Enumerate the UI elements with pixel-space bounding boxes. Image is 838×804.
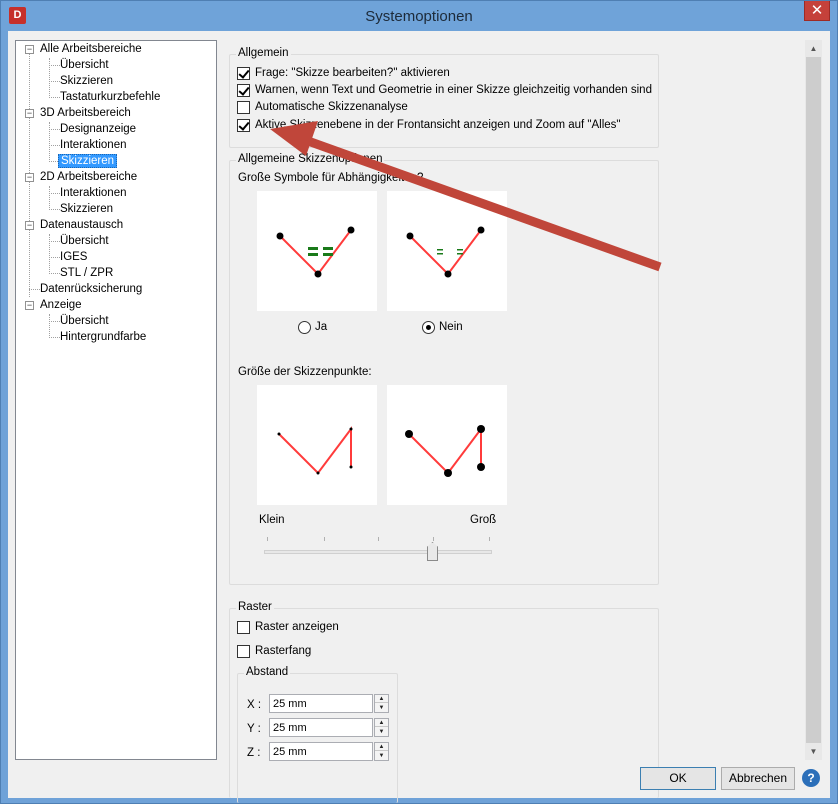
tree-item-interaktionen[interactable]: Interaktionen: [58, 137, 129, 153]
z-label: Z :: [247, 747, 261, 759]
group-raster: Raster Raster anzeigen Rasterfang Abstan…: [229, 601, 659, 803]
group-title: Allgemein: [236, 47, 291, 59]
checkbox[interactable]: [237, 119, 250, 132]
y-spinner[interactable]: ▲ ▼: [374, 718, 389, 737]
sketch-large-points-icon: [405, 425, 485, 477]
x-label: X :: [247, 699, 262, 711]
y-label: Y :: [247, 723, 261, 735]
radio-nein-label: Nein: [439, 321, 463, 333]
x-spacing-input[interactable]: [269, 694, 373, 713]
checkbox[interactable]: [237, 67, 250, 80]
slider-tick: [378, 537, 379, 541]
slider-tick: [433, 537, 434, 541]
radio-ja-label: Ja: [315, 321, 328, 333]
group-allgemein: Allgemein Frage: "Skizze bearbeiten?" ak…: [229, 47, 659, 148]
spin-up-icon[interactable]: ▲: [375, 719, 388, 727]
point-size-label: Größe der Skizzenpunkte:: [238, 366, 372, 378]
tree-connector: [49, 314, 50, 338]
dialog-window: D Systemoptionen ✕ − − − − − Alle Arbeit…: [0, 0, 838, 804]
slider-min-label: Klein: [259, 514, 285, 526]
spin-down-icon[interactable]: ▼: [375, 704, 388, 712]
tree-item-tastaturkurzbefehle[interactable]: Tastaturkurzbefehle: [58, 89, 162, 105]
tree-connector: [49, 186, 50, 210]
z-spinner[interactable]: ▲ ▼: [374, 742, 389, 761]
symbols-question-label: Große Symbole für Abhängigkeiten?: [238, 172, 424, 184]
slider-tick: [324, 537, 325, 541]
dialog-client-area: − − − − − Alle Arbeitsbereiche Übersicht…: [8, 31, 830, 803]
checkbox[interactable]: [237, 645, 250, 658]
options-tree: − − − − − Alle Arbeitsbereiche Übersicht…: [15, 40, 217, 760]
preview-small-points: [257, 385, 377, 505]
sketch-small-symbols-icon: [406, 226, 485, 278]
radio-nein[interactable]: [422, 321, 435, 334]
slider-tick: [489, 537, 490, 541]
close-button[interactable]: ✕: [804, 1, 830, 21]
scroll-up-icon[interactable]: ▲: [805, 40, 822, 57]
group-title: Abstand: [244, 666, 291, 678]
tree-item-datenruecksicherung[interactable]: Datenrücksicherung: [38, 281, 144, 297]
radio-ja[interactable]: [298, 321, 311, 334]
preview-large-points: [387, 385, 507, 505]
tree-item-uebersicht[interactable]: Übersicht: [58, 57, 111, 73]
tree-item-uebersicht[interactable]: Übersicht: [58, 233, 111, 249]
tree-item-hintergrundfarbe[interactable]: Hintergrundfarbe: [58, 329, 148, 345]
collapse-icon[interactable]: −: [25, 173, 34, 182]
spin-up-icon[interactable]: ▲: [375, 695, 388, 703]
preview-small-symbols: [387, 191, 507, 311]
tree-item-uebersicht[interactable]: Übersicht: [58, 313, 111, 329]
point-size-slider[interactable]: [264, 550, 492, 554]
slider-tick: [267, 537, 268, 541]
group-title: Raster: [236, 601, 274, 613]
collapse-icon[interactable]: −: [25, 221, 34, 230]
slider-max-label: Groß: [470, 514, 497, 526]
scroll-thumb[interactable]: [806, 57, 821, 743]
group-abstand: Abstand X : ▲ ▼ Y : ▲ ▼ Z : ▲ ▼: [237, 666, 398, 803]
checkbox[interactable]: [237, 84, 250, 97]
tree-connector: [49, 122, 50, 162]
preview-large-symbols: [257, 191, 377, 311]
tree-item-alle-arbeitsbereiche[interactable]: Alle Arbeitsbereiche: [38, 41, 144, 57]
group-title: Allgemeine Skizzenoptionen: [236, 153, 385, 165]
checkbox[interactable]: [237, 101, 250, 114]
cancel-button[interactable]: Abbrechen: [721, 767, 795, 790]
help-icon[interactable]: ?: [802, 769, 820, 787]
ok-button[interactable]: OK: [640, 767, 716, 790]
collapse-icon[interactable]: −: [25, 301, 34, 310]
tree-item-stl-zpr[interactable]: STL / ZPR: [58, 265, 115, 281]
tree-connector: [49, 234, 50, 274]
tree-item-anzeige[interactable]: Anzeige: [38, 297, 84, 313]
x-spinner[interactable]: ▲ ▼: [374, 694, 389, 713]
z-spacing-input[interactable]: [269, 742, 373, 761]
checkbox[interactable]: [237, 621, 250, 634]
collapse-icon[interactable]: −: [25, 45, 34, 54]
tree-item-designanzeige[interactable]: Designanzeige: [58, 121, 138, 137]
vertical-scrollbar[interactable]: ▲ ▼: [805, 40, 822, 760]
collapse-icon[interactable]: −: [25, 109, 34, 118]
spin-down-icon[interactable]: ▼: [375, 728, 388, 736]
tree-item-datenaustausch[interactable]: Datenaustausch: [38, 217, 125, 233]
tree-item-skizzieren[interactable]: Skizzieren: [58, 201, 115, 217]
tree-item-iges[interactable]: IGES: [58, 249, 89, 265]
spin-down-icon[interactable]: ▼: [375, 752, 388, 760]
window-title: Systemoptionen: [365, 8, 473, 25]
tree-item-3d-arbeitsbereich[interactable]: 3D Arbeitsbereich: [38, 105, 133, 121]
title-bar[interactable]: D Systemoptionen ✕: [1, 1, 837, 31]
group-skizzenoptionen: Allgemeine Skizzenoptionen Große Symbole…: [229, 153, 659, 585]
tree-item-skizzieren[interactable]: Skizzieren: [58, 73, 115, 89]
sketch-large-symbols-icon: [276, 226, 355, 278]
tree-item-interaktionen[interactable]: Interaktionen: [58, 185, 129, 201]
tree-item-skizzieren-selected[interactable]: Skizzieren: [58, 153, 118, 169]
spin-up-icon[interactable]: ▲: [375, 743, 388, 751]
y-spacing-input[interactable]: [269, 718, 373, 737]
scroll-down-icon[interactable]: ▼: [805, 743, 822, 760]
sketch-small-points-icon: [277, 426, 353, 475]
tree-item-2d-arbeitsbereiche[interactable]: 2D Arbeitsbereiche: [38, 169, 139, 185]
tree-connector: [49, 58, 50, 98]
